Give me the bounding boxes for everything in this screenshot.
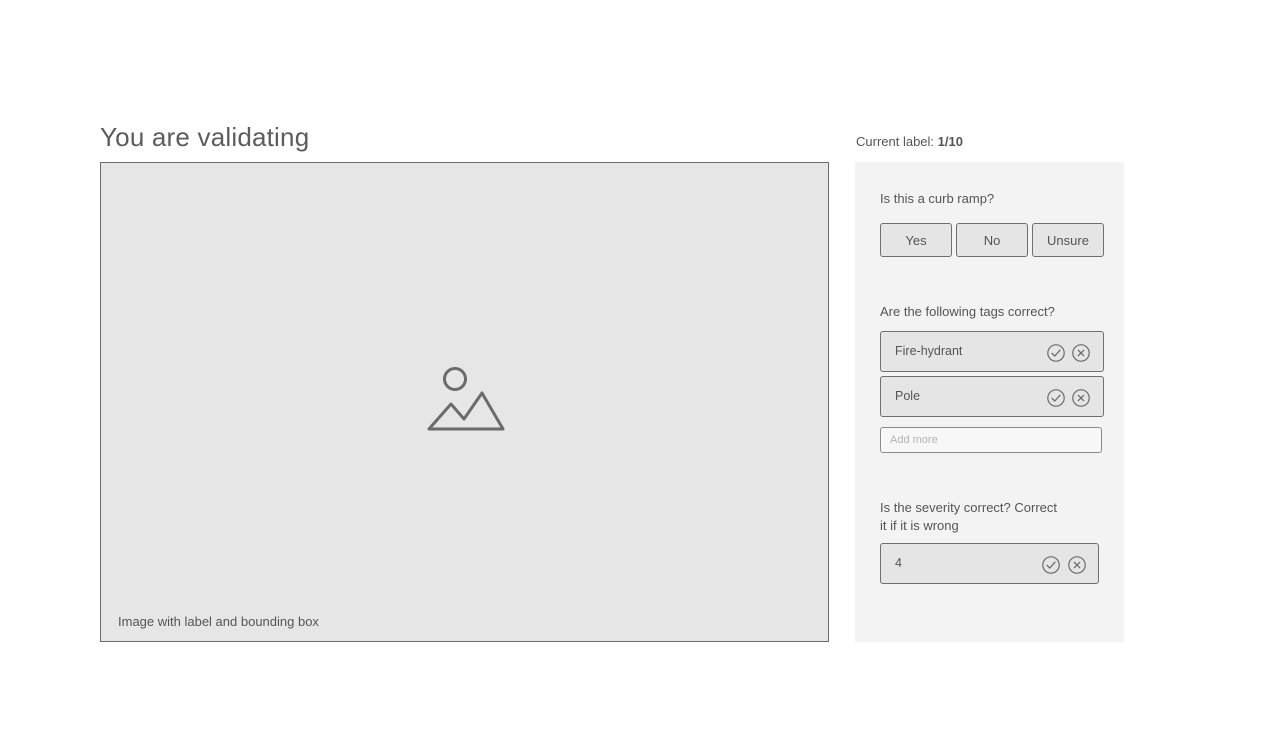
yes-button[interactable]: Yes bbox=[880, 223, 952, 257]
image-placeholder-icon bbox=[427, 367, 505, 431]
check-circle-icon bbox=[1047, 344, 1065, 362]
reject-tag-button[interactable] bbox=[1072, 344, 1090, 362]
label-image-viewer[interactable]: Image with label and bounding box bbox=[100, 162, 829, 642]
severity-field[interactable]: 4 bbox=[880, 543, 1099, 584]
severity-question-line2: it if it is wrong bbox=[880, 518, 959, 533]
image-caption: Image with label and bounding box bbox=[118, 614, 319, 629]
no-button[interactable]: No bbox=[956, 223, 1028, 257]
accept-tag-button[interactable] bbox=[1047, 344, 1065, 362]
curb-ramp-question: Is this a curb ramp? bbox=[880, 191, 995, 206]
tag-item: Pole bbox=[880, 376, 1104, 417]
x-circle-icon bbox=[1072, 389, 1090, 407]
tag-label: Pole bbox=[895, 389, 921, 403]
severity-question: Is the severity correct? Correct it if i… bbox=[880, 499, 1057, 535]
accept-tag-button[interactable] bbox=[1047, 389, 1065, 407]
accept-severity-button[interactable] bbox=[1042, 556, 1060, 574]
x-circle-icon bbox=[1072, 344, 1090, 362]
check-circle-icon bbox=[1047, 389, 1065, 407]
counter-value: 1/10 bbox=[937, 134, 963, 149]
reject-severity-button[interactable] bbox=[1068, 556, 1086, 574]
tag-label: Fire-hydrant bbox=[895, 344, 963, 358]
unsure-button[interactable]: Unsure bbox=[1032, 223, 1104, 257]
severity-question-line1: Is the severity correct? Correct bbox=[880, 500, 1057, 515]
reject-tag-button[interactable] bbox=[1072, 389, 1090, 407]
validation-panel: Is this a curb ramp? Yes No Unsure Are t… bbox=[855, 162, 1124, 642]
x-circle-icon bbox=[1068, 556, 1086, 574]
curb-ramp-options: Yes No Unsure bbox=[880, 223, 1104, 257]
tag-item: Fire-hydrant bbox=[880, 331, 1104, 372]
tags-question: Are the following tags correct? bbox=[880, 304, 1055, 319]
severity-value: 4 bbox=[895, 556, 902, 570]
page-title: You are validating bbox=[100, 122, 310, 152]
counter-label: Current label: bbox=[856, 134, 935, 149]
check-circle-icon bbox=[1042, 556, 1060, 574]
add-tag-input[interactable] bbox=[880, 427, 1102, 453]
label-counter: Current label: 1/10 bbox=[856, 134, 963, 149]
